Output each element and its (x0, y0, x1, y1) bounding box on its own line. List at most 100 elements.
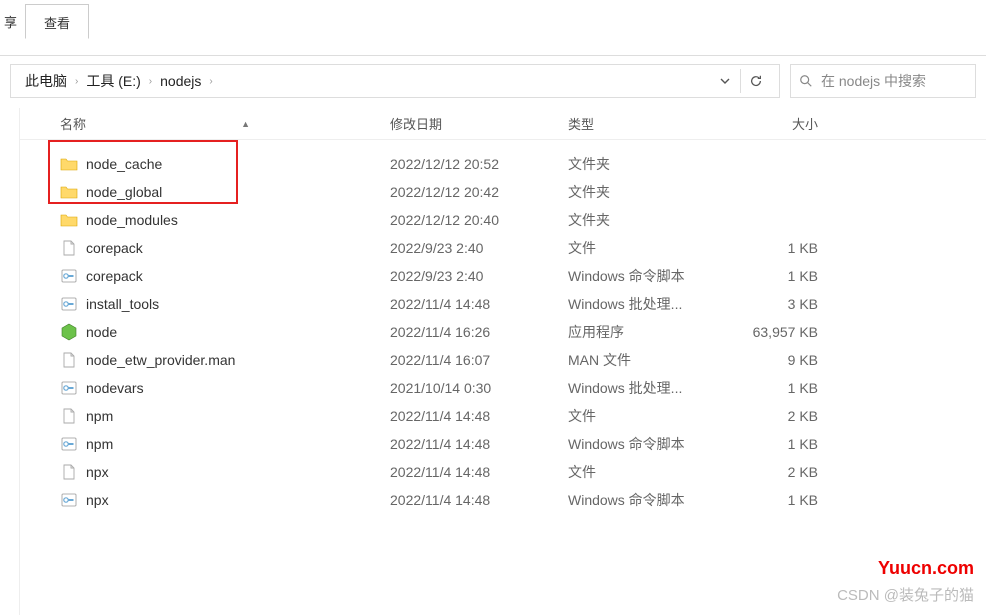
file-size: 3 KB (726, 296, 826, 312)
sort-indicator-icon: ▲ (241, 119, 250, 129)
file-name: node_global (86, 184, 162, 200)
file-type: 文件 (568, 406, 726, 426)
table-row[interactable]: nodevars 2021/10/14 0:30Windows 批处理...1 K… (20, 374, 986, 402)
file-date: 2021/10/14 0:30 (390, 380, 568, 396)
file-size: 63,957 KB (726, 324, 826, 340)
chevron-right-icon: › (147, 76, 154, 87)
file-date: 2022/12/12 20:42 (390, 184, 568, 200)
table-row[interactable]: node_etw_provider.man2022/11/4 16:07MAN … (20, 346, 986, 374)
file-type: Windows 命令脚本 (568, 490, 726, 510)
file-name: node_cache (86, 156, 162, 172)
file-date: 2022/11/4 16:26 (390, 324, 568, 340)
column-headers: 名称▲ 修改日期 类型 大小 (20, 108, 986, 140)
file-type: MAN 文件 (568, 350, 726, 370)
bat-icon (60, 379, 78, 397)
file-date: 2022/12/12 20:40 (390, 212, 568, 228)
header-size[interactable]: 大小 (726, 114, 826, 133)
file-name: npx (86, 464, 109, 480)
file-size: 2 KB (726, 408, 826, 424)
table-row[interactable]: corepack 2022/9/23 2:40文件1 KB (20, 234, 986, 262)
file-size: 9 KB (726, 352, 826, 368)
table-row[interactable]: install_tools 2022/11/4 14:48Windows 批处理.… (20, 290, 986, 318)
chevron-right-icon: › (207, 76, 214, 87)
table-row[interactable]: npx 2022/11/4 14:48文件2 KB (20, 458, 986, 486)
file-date: 2022/11/4 14:48 (390, 464, 568, 480)
file-date: 2022/9/23 2:40 (390, 240, 568, 256)
file-list: 名称▲ 修改日期 类型 大小 node_cache 2022/12/12 20:5… (20, 108, 986, 615)
refresh-button[interactable] (741, 65, 771, 97)
nav-pane-edge (0, 108, 20, 615)
file-type: Windows 批处理... (568, 294, 726, 314)
file-date: 2022/11/4 14:48 (390, 492, 568, 508)
file-type: 文件夹 (568, 154, 726, 174)
file-size: 2 KB (726, 464, 826, 480)
file-type: Windows 批处理... (568, 378, 726, 398)
file-icon (60, 463, 78, 481)
chevron-right-icon: › (73, 76, 80, 87)
file-size: 1 KB (726, 240, 826, 256)
folder-icon (60, 155, 78, 173)
folder-icon (60, 211, 78, 229)
cmd-icon (60, 267, 78, 285)
file-type: 文件夹 (568, 182, 726, 202)
crumb-drive[interactable]: 工具 (E:) (80, 69, 146, 93)
file-date: 2022/9/23 2:40 (390, 268, 568, 284)
address-row: 此电脑 › 工具 (E:) › nodejs › 在 nodejs 中搜索 (0, 56, 986, 108)
search-icon (799, 74, 813, 88)
file-size: 1 KB (726, 492, 826, 508)
file-icon (60, 407, 78, 425)
file-date: 2022/12/12 20:52 (390, 156, 568, 172)
file-date: 2022/11/4 14:48 (390, 436, 568, 452)
file-type: 应用程序 (568, 322, 726, 342)
file-icon (60, 239, 78, 257)
file-type: 文件 (568, 238, 726, 258)
file-date: 2022/11/4 14:48 (390, 408, 568, 424)
file-name: corepack (86, 268, 143, 284)
file-type: Windows 命令脚本 (568, 434, 726, 454)
header-date[interactable]: 修改日期 (390, 114, 568, 133)
ribbon: 享 查看 (0, 0, 986, 56)
header-type[interactable]: 类型 (568, 114, 726, 133)
crumb-folder[interactable]: nodejs (154, 71, 207, 91)
watermark-site: Yuucn.com (878, 558, 974, 579)
breadcrumb[interactable]: 此电脑 › 工具 (E:) › nodejs › (10, 64, 780, 98)
history-dropdown-button[interactable] (710, 65, 740, 97)
file-name: node_etw_provider.man (86, 352, 235, 368)
table-row[interactable]: node_cache 2022/12/12 20:52文件夹 (20, 150, 986, 178)
ribbon-tab-view[interactable]: 查看 (25, 4, 89, 39)
crumb-pc[interactable]: 此电脑 (19, 69, 73, 93)
node-icon (60, 323, 78, 341)
search-placeholder: 在 nodejs 中搜索 (821, 71, 926, 91)
table-row[interactable]: node_global 2022/12/12 20:42文件夹 (20, 178, 986, 206)
file-name: node_modules (86, 212, 178, 228)
file-type: 文件夹 (568, 210, 726, 230)
bat-icon (60, 295, 78, 313)
search-input[interactable]: 在 nodejs 中搜索 (790, 64, 976, 98)
file-name: npm (86, 436, 113, 452)
table-row[interactable]: npm 2022/11/4 14:48Windows 命令脚本1 KB (20, 430, 986, 458)
cmd-icon (60, 491, 78, 509)
table-row[interactable]: npm 2022/11/4 14:48文件2 KB (20, 402, 986, 430)
file-name: npx (86, 492, 109, 508)
file-name: nodevars (86, 380, 144, 396)
file-type: Windows 命令脚本 (568, 266, 726, 286)
file-date: 2022/11/4 14:48 (390, 296, 568, 312)
file-icon (60, 351, 78, 369)
watermark-author: CSDN @装兔子的猫 (837, 584, 974, 605)
header-name[interactable]: 名称▲ (60, 114, 390, 133)
file-type: 文件 (568, 462, 726, 482)
file-name: node (86, 324, 117, 340)
cmd-icon (60, 435, 78, 453)
file-name: install_tools (86, 296, 159, 312)
file-size: 1 KB (726, 436, 826, 452)
ribbon-tab-share[interactable]: 享 (0, 4, 25, 37)
table-row[interactable]: node_modules 2022/12/12 20:40文件夹 (20, 206, 986, 234)
table-row[interactable]: node 2022/11/4 16:26应用程序63,957 KB (20, 318, 986, 346)
folder-icon (60, 183, 78, 201)
table-row[interactable]: npx 2022/11/4 14:48Windows 命令脚本1 KB (20, 486, 986, 514)
file-size: 1 KB (726, 380, 826, 396)
file-size: 1 KB (726, 268, 826, 284)
file-name: npm (86, 408, 113, 424)
file-name: corepack (86, 240, 143, 256)
table-row[interactable]: corepack 2022/9/23 2:40Windows 命令脚本1 KB (20, 262, 986, 290)
